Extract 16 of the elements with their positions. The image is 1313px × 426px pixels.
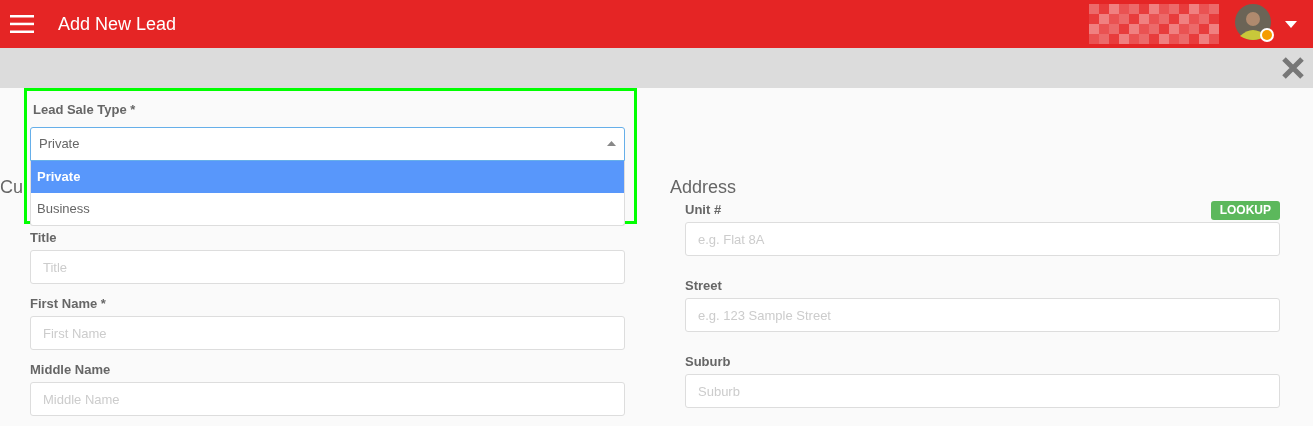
field-label: Middle Name	[30, 361, 111, 380]
close-icon[interactable]	[1281, 56, 1305, 80]
section-heading: Cu	[0, 176, 23, 198]
field-label: First Name *	[30, 295, 106, 314]
field-label: Street	[685, 277, 722, 296]
section-heading: Address	[670, 176, 737, 198]
select-field[interactable]: Private	[30, 126, 625, 161]
page-title: Add New Lead	[58, 12, 177, 36]
field-label: Title	[30, 229, 57, 248]
menu-icon[interactable]	[10, 15, 34, 33]
field-label: Suburb	[685, 353, 731, 372]
caret-icon[interactable]	[1285, 20, 1297, 28]
field-label: Unit #	[685, 201, 722, 220]
field-label: Lead Sale Type *	[33, 101, 137, 119]
avatar[interactable]	[1235, 4, 1275, 44]
dropdown-option[interactable]: Business	[31, 192, 624, 225]
